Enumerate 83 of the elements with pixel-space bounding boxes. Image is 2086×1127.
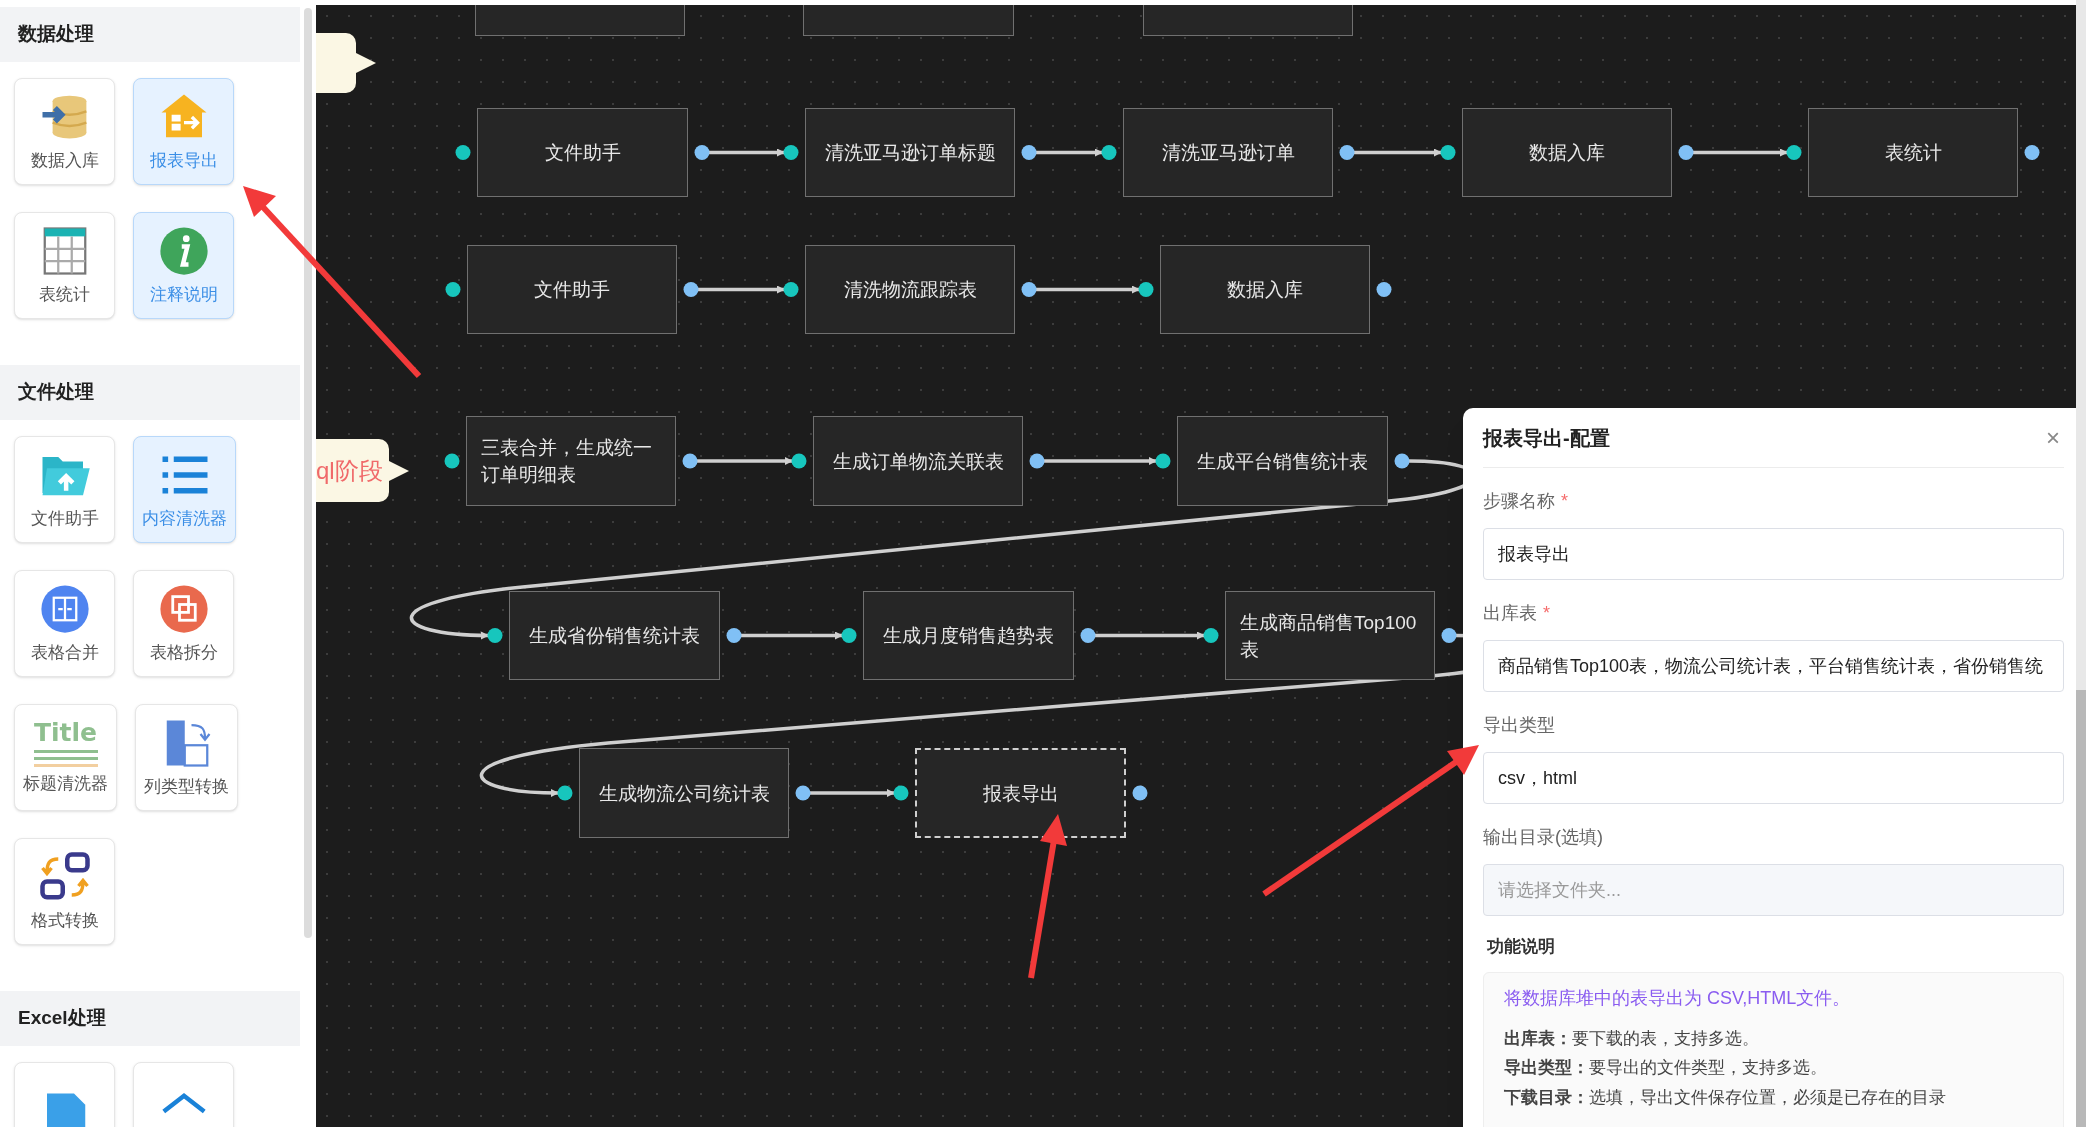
- input-port[interactable]: [1203, 628, 1219, 643]
- flow-node[interactable]: 生成平台销售统计表: [1177, 416, 1388, 506]
- output-port[interactable]: [682, 453, 698, 469]
- flow-node[interactable]: 生成订单物流关联表: [813, 416, 1023, 506]
- section-title: 数据处理: [18, 22, 94, 47]
- input-port[interactable]: [791, 453, 807, 469]
- input-port[interactable]: [1155, 453, 1171, 469]
- required-mark: *: [1543, 602, 1550, 625]
- output-port[interactable]: [1080, 628, 1096, 643]
- panel-title: 报表导出-配置: [1483, 425, 1610, 451]
- output-port[interactable]: [1029, 453, 1045, 469]
- tool-card[interactable]: Title 标题清洗器: [14, 704, 117, 811]
- flow-node[interactable]: [1143, 5, 1353, 36]
- tool-card[interactable]: 表格合并: [14, 570, 115, 677]
- output-port[interactable]: [1021, 145, 1037, 160]
- output-port[interactable]: [2024, 145, 2040, 160]
- input-port[interactable]: [455, 145, 471, 160]
- input-port[interactable]: [841, 628, 857, 643]
- section-heading: 功能说明: [1487, 936, 1555, 958]
- flow-node[interactable]: 清洗亚马逊订单标题: [805, 108, 1015, 197]
- flow-node[interactable]: 数据入库: [1462, 108, 1672, 197]
- flow-node[interactable]: [475, 5, 685, 36]
- output-port[interactable]: [683, 282, 699, 297]
- input-port[interactable]: [1440, 145, 1456, 160]
- input-port[interactable]: [1138, 282, 1154, 297]
- output-port[interactable]: [1441, 628, 1457, 643]
- output-port[interactable]: [1132, 785, 1148, 801]
- flow-node[interactable]: 清洗亚马逊订单: [1123, 108, 1333, 197]
- help-summary: 将数据库堆中的表导出为 CSV,HTML文件。: [1504, 986, 1852, 1010]
- field-label: 输出目录(选填): [1483, 826, 1603, 849]
- output-port[interactable]: [1678, 145, 1694, 160]
- input-port[interactable]: [444, 453, 460, 469]
- input-field[interactable]: 商品销售Top100表，物流公司统计表，平台销售统计表，省份销售统: [1483, 640, 2064, 692]
- flow-node[interactable]: 文件助手: [467, 245, 677, 334]
- input-port[interactable]: [1786, 145, 1802, 160]
- close-button[interactable]: ×: [2042, 419, 2064, 456]
- output-port[interactable]: [1376, 282, 1392, 297]
- flow-node[interactable]: 数据入库: [1160, 245, 1370, 334]
- callout-bubble: [316, 33, 376, 93]
- flow-node[interactable]: 生成商品销售Top100表: [1225, 591, 1435, 680]
- section-title: 文件处理: [18, 380, 94, 405]
- output-port[interactable]: [795, 785, 811, 801]
- scrollbar[interactable]: [2076, 690, 2086, 1127]
- output-port[interactable]: [694, 145, 710, 160]
- connector: [1036, 148, 1103, 157]
- flow-node[interactable]: 清洗物流跟踪表: [805, 245, 1015, 334]
- input-field[interactable]: 报表导出: [1483, 528, 2064, 580]
- help-text: 导出类型：要导出的文件类型，支持多选。: [1504, 1057, 1828, 1079]
- output-port[interactable]: [1339, 145, 1355, 160]
- input-port[interactable]: [557, 785, 573, 801]
- help-text: 出库表：要下载的表，支持多选。: [1504, 1027, 1760, 1050]
- tool-card[interactable]: 表格拆分: [133, 570, 234, 677]
- tool-card[interactable]: 文件助手: [14, 436, 115, 543]
- section-title: Excel处理: [18, 1006, 106, 1031]
- flow-node[interactable]: 生成省份销售统计表: [509, 591, 720, 680]
- input-field[interactable]: 请选择文件夹...: [1483, 864, 2064, 916]
- input-port[interactable]: [783, 282, 799, 297]
- output-port[interactable]: [726, 628, 742, 643]
- field-label: 导出类型: [1483, 714, 1555, 737]
- flow-node[interactable]: 生成物流公司统计表: [579, 748, 789, 838]
- input-port[interactable]: [893, 785, 909, 801]
- flow-node[interactable]: [803, 5, 1014, 36]
- input-port[interactable]: [783, 145, 799, 160]
- flow-node[interactable]: 生成月度销售趋势表: [863, 591, 1074, 680]
- input-field[interactable]: csv，html: [1483, 752, 2064, 804]
- field-label: 出库表: [1483, 602, 1537, 625]
- flow-node[interactable]: 三表合并，生成统一订单明细表: [466, 416, 676, 506]
- help-text: 下载目录：选填，导出文件保存位置，必须是已存在的目录: [1504, 1086, 1947, 1109]
- scrollbar[interactable]: [304, 8, 312, 938]
- input-port[interactable]: [487, 628, 503, 643]
- tool-card[interactable]: 表统计: [14, 212, 115, 319]
- output-port[interactable]: [1394, 453, 1410, 469]
- flow-node[interactable]: 报表导出: [915, 748, 1126, 838]
- field-label: 步骤名称: [1483, 490, 1555, 513]
- input-port[interactable]: [445, 282, 461, 297]
- flow-node[interactable]: 表统计: [1808, 108, 2018, 197]
- input-port[interactable]: [1101, 145, 1117, 160]
- required-mark: *: [1561, 490, 1568, 513]
- tool-card[interactable]: 列类型转换: [135, 704, 238, 811]
- output-port[interactable]: [1021, 282, 1037, 297]
- flow-node[interactable]: 文件助手: [477, 108, 688, 197]
- tool-card[interactable]: 格式转换: [14, 838, 115, 945]
- tool-card[interactable]: 数据入库: [14, 78, 115, 185]
